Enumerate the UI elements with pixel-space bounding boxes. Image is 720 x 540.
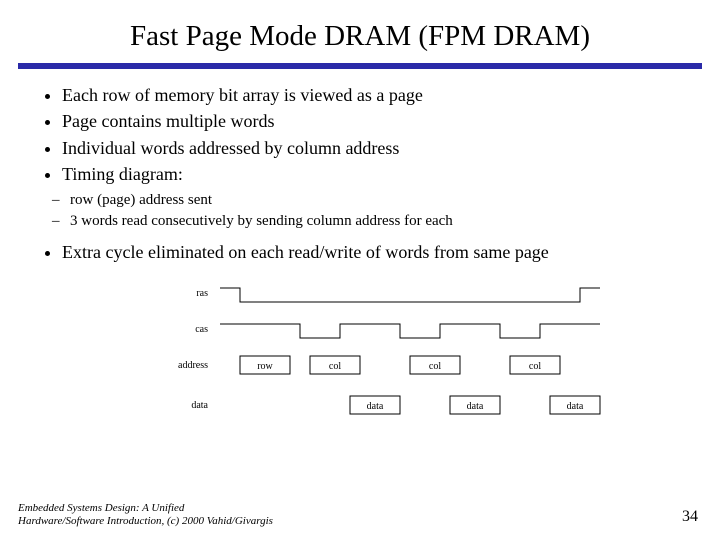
footer-line-2: Hardware/Software Introduction, (c) 2000… [18,515,273,527]
bullet-item: Timing diagram: [62,162,690,186]
content-area: Each row of memory bit array is viewed a… [0,83,720,264]
bullet-item: Each row of memory bit array is viewed a… [62,83,690,107]
sub-bullet-item: 3 words read consecutively by sending co… [70,211,690,231]
addr-col-1: col [329,361,341,372]
timing-diagram: ras cas address data row col col col [100,282,620,442]
data-val-3: data [567,401,584,412]
sub-bullet-item: row (page) address sent [70,190,690,210]
footer: Embedded Systems Design: A Unified Hardw… [18,502,273,528]
addr-col-3: col [529,361,541,372]
title-underline [18,63,702,69]
sub-bullet-list: row (page) address sent 3 words read con… [30,190,690,232]
page-number: 34 [682,508,698,526]
footer-line-1: Embedded Systems Design: A Unified [18,502,184,514]
bullet-item: Individual words addressed by column add… [62,136,690,160]
addr-col-2: col [429,361,441,372]
bullet-item: Extra cycle eliminated on each read/writ… [62,240,690,264]
timing-svg: row col col col data data data [100,282,620,442]
data-val-2: data [467,401,484,412]
bullet-item: Page contains multiple words [62,109,690,133]
slide-title: Fast Page Mode DRAM (FPM DRAM) [0,0,720,63]
bullet-list: Each row of memory bit array is viewed a… [30,83,690,186]
slide: Fast Page Mode DRAM (FPM DRAM) Each row … [0,0,720,540]
bullet-list-2: Extra cycle eliminated on each read/writ… [30,240,690,264]
addr-row: row [257,361,273,372]
data-val-1: data [367,401,384,412]
